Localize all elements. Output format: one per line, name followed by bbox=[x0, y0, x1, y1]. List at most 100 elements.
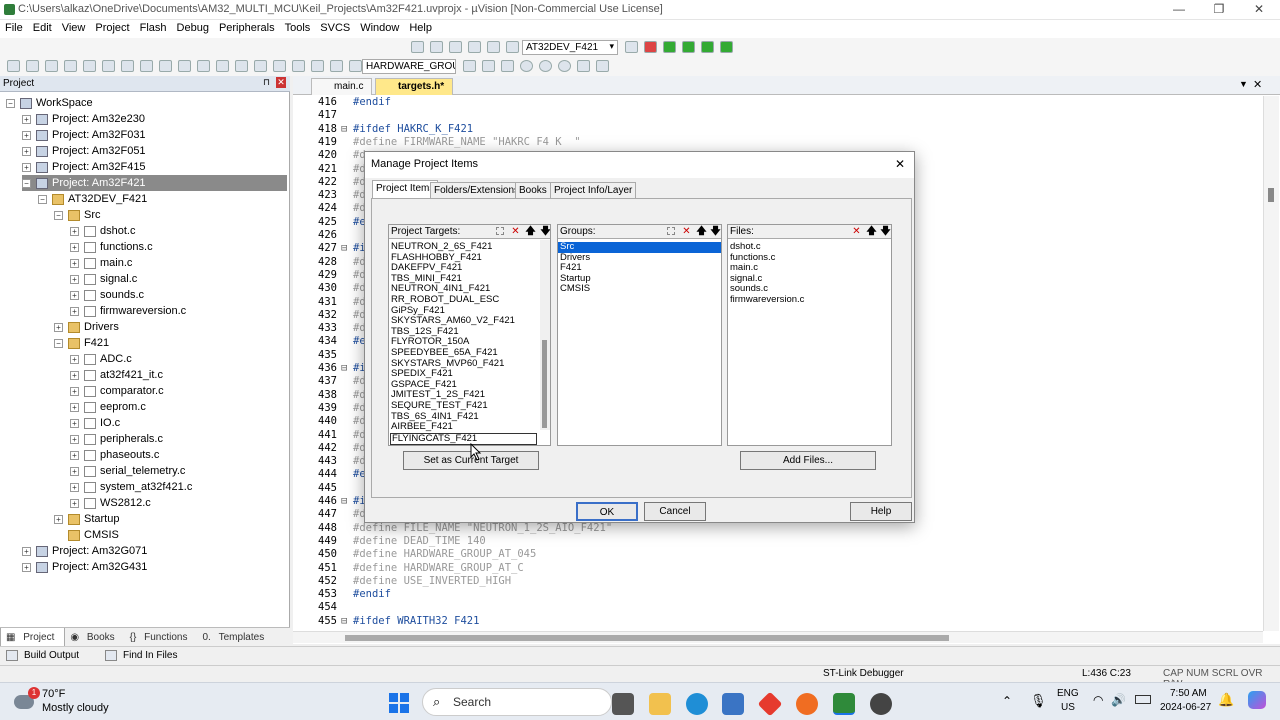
code-line[interactable]: 424 #d bbox=[293, 202, 366, 215]
nav-back-icon[interactable] bbox=[178, 60, 191, 72]
expand-icon[interactable]: + bbox=[22, 146, 31, 156]
cancel-button[interactable]: Cancel bbox=[644, 502, 706, 521]
hscrollbar-thumb[interactable] bbox=[345, 635, 949, 641]
tree-group-src[interactable]: − Src bbox=[54, 207, 101, 223]
expand-icon[interactable]: + bbox=[70, 434, 79, 444]
code-line[interactable]: 430 #d bbox=[293, 282, 366, 295]
translate-icon[interactable] bbox=[411, 41, 424, 53]
help-button[interactable]: Help bbox=[850, 502, 912, 521]
comment-icon[interactable] bbox=[330, 60, 343, 72]
disable-breakpoint-icon[interactable] bbox=[539, 60, 552, 72]
menu-view[interactable]: View bbox=[57, 20, 91, 34]
menu-project[interactable]: Project bbox=[90, 20, 134, 34]
code-line[interactable]: 455 ⊟ #ifdef WRAITH32 F421 bbox=[293, 615, 479, 628]
tree-file[interactable]: + comparator.c bbox=[70, 383, 164, 399]
expand-icon[interactable]: + bbox=[70, 418, 79, 428]
collapse-icon[interactable]: − bbox=[54, 338, 63, 348]
ok-button[interactable]: OK bbox=[576, 502, 638, 521]
tab-overflow-icon[interactable]: ▼ bbox=[1239, 79, 1248, 89]
menu-svcs[interactable]: SVCS bbox=[315, 20, 355, 34]
target-list-item[interactable]: AIRBEE_F421 bbox=[389, 421, 543, 433]
collapse-icon[interactable]: − bbox=[54, 210, 63, 220]
options-icon[interactable] bbox=[625, 41, 638, 53]
code-line[interactable]: 447 #d bbox=[293, 508, 366, 521]
copy-icon[interactable] bbox=[102, 60, 115, 72]
expand-icon[interactable]: + bbox=[22, 162, 31, 172]
tree-group-startup[interactable]: + Startup bbox=[54, 511, 119, 527]
clear-bookmarks-icon[interactable] bbox=[273, 60, 286, 72]
save-all-icon[interactable] bbox=[64, 60, 77, 72]
menu-help[interactable]: Help bbox=[404, 20, 437, 34]
app-red-dot-icon[interactable] bbox=[870, 693, 892, 715]
target-select[interactable]: AT32DEV_F421 ▾ bbox=[522, 40, 618, 55]
anydesk-icon[interactable] bbox=[757, 691, 783, 717]
bookmark-icon[interactable] bbox=[216, 60, 229, 72]
tree-file[interactable]: + WS2812.c bbox=[70, 495, 151, 511]
code-line[interactable]: 445 bbox=[293, 482, 353, 495]
file-move-up-icon[interactable]: 🡅 bbox=[866, 226, 877, 237]
delete-file-icon[interactable]: ✕ bbox=[851, 226, 862, 237]
debug-session-icon[interactable] bbox=[501, 60, 514, 72]
start-button[interactable] bbox=[388, 692, 410, 714]
code-line[interactable]: 437 #d bbox=[293, 375, 366, 388]
expand-icon[interactable]: + bbox=[70, 290, 79, 300]
expand-icon[interactable]: + bbox=[70, 226, 79, 236]
code-line[interactable]: 421 #d bbox=[293, 163, 366, 176]
code-line[interactable]: 420 #d bbox=[293, 149, 366, 162]
code-line[interactable]: 422 #d bbox=[293, 176, 366, 189]
new-group-icon[interactable] bbox=[667, 227, 675, 235]
stop-build-icon[interactable] bbox=[487, 41, 500, 53]
tab-main-c[interactable]: main.c bbox=[311, 78, 373, 95]
tree-group-f421[interactable]: − F421 bbox=[54, 335, 109, 351]
taskbar-search[interactable]: ⌕ Search bbox=[422, 688, 612, 716]
tab-project-items[interactable]: Project Items bbox=[372, 180, 439, 198]
expand-icon[interactable]: + bbox=[70, 306, 79, 316]
tree-target[interactable]: − AT32DEV_F421 bbox=[38, 191, 147, 207]
tree-file[interactable]: + dshot.c bbox=[70, 223, 135, 239]
code-line[interactable]: 423 #d bbox=[293, 189, 366, 202]
notification-bell-icon[interactable]: 🔔 bbox=[1218, 692, 1234, 708]
prev-bookmark-icon[interactable] bbox=[235, 60, 248, 72]
code-line[interactable]: 416 #endif bbox=[293, 96, 391, 109]
tab-books[interactable]: ◉ Books bbox=[65, 628, 124, 647]
group-list-item[interactable]: CMSIS bbox=[558, 284, 721, 295]
cut-icon[interactable] bbox=[83, 60, 96, 72]
target-list-item[interactable]: NEUTRON_2_6S_F421 bbox=[389, 241, 543, 253]
download-icon[interactable] bbox=[506, 41, 519, 53]
rebuild-icon[interactable] bbox=[449, 41, 462, 53]
tree-file[interactable]: + peripherals.c bbox=[70, 431, 163, 447]
code-line[interactable]: 442 #d bbox=[293, 442, 366, 455]
manage-components-icon[interactable] bbox=[644, 41, 657, 53]
expand-icon[interactable]: + bbox=[22, 114, 31, 124]
batch-build-icon[interactable] bbox=[468, 41, 481, 53]
expand-icon[interactable]: + bbox=[54, 322, 63, 332]
expand-icon[interactable]: + bbox=[70, 450, 79, 460]
tree-group-cmsis[interactable]: CMSIS bbox=[68, 527, 119, 543]
code-line[interactable]: 452 #define USE_INVERTED_HIGH bbox=[293, 575, 511, 588]
tree-file[interactable]: + at32f421_it.c bbox=[70, 367, 163, 383]
tree-file[interactable]: + functions.c bbox=[70, 239, 153, 255]
maximize-button[interactable]: ❐ bbox=[1204, 2, 1234, 16]
tree-workspace[interactable]: − WorkSpace bbox=[6, 95, 93, 111]
target-list-item[interactable]: RR_ROBOT_DUAL_ESC bbox=[389, 294, 543, 306]
targets-edit-field[interactable]: FLYINGCATS_F421 bbox=[390, 433, 537, 445]
code-line[interactable]: 432 #d bbox=[293, 309, 366, 322]
targets-scrollbar[interactable] bbox=[540, 240, 550, 430]
target-list-item[interactable]: SPEEDYBEE_65A_F421 bbox=[389, 347, 543, 359]
tab-project[interactable]: ▦ Project bbox=[0, 628, 66, 648]
tree-file[interactable]: + main.c bbox=[70, 255, 132, 271]
next-bookmark-icon[interactable] bbox=[254, 60, 267, 72]
pack-installer-icon[interactable] bbox=[682, 41, 695, 53]
code-line[interactable]: 427 ⊟ #i bbox=[293, 242, 366, 255]
tab-build-output[interactable]: Build Output bbox=[24, 650, 79, 661]
firefox-icon[interactable] bbox=[796, 693, 818, 715]
menu-edit[interactable]: Edit bbox=[28, 20, 57, 34]
group-move-down-icon[interactable]: 🡇 bbox=[710, 226, 721, 237]
expand-icon[interactable]: + bbox=[70, 482, 79, 492]
tree-file[interactable]: + eeprom.c bbox=[70, 399, 146, 415]
code-line[interactable]: 426 bbox=[293, 229, 353, 242]
move-down-icon[interactable]: 🡇 bbox=[540, 226, 550, 237]
build-icon[interactable] bbox=[430, 41, 443, 53]
group-select[interactable]: HARDWARE_GROUI bbox=[362, 59, 456, 74]
fold-marker[interactable]: ⊟ bbox=[341, 615, 353, 628]
